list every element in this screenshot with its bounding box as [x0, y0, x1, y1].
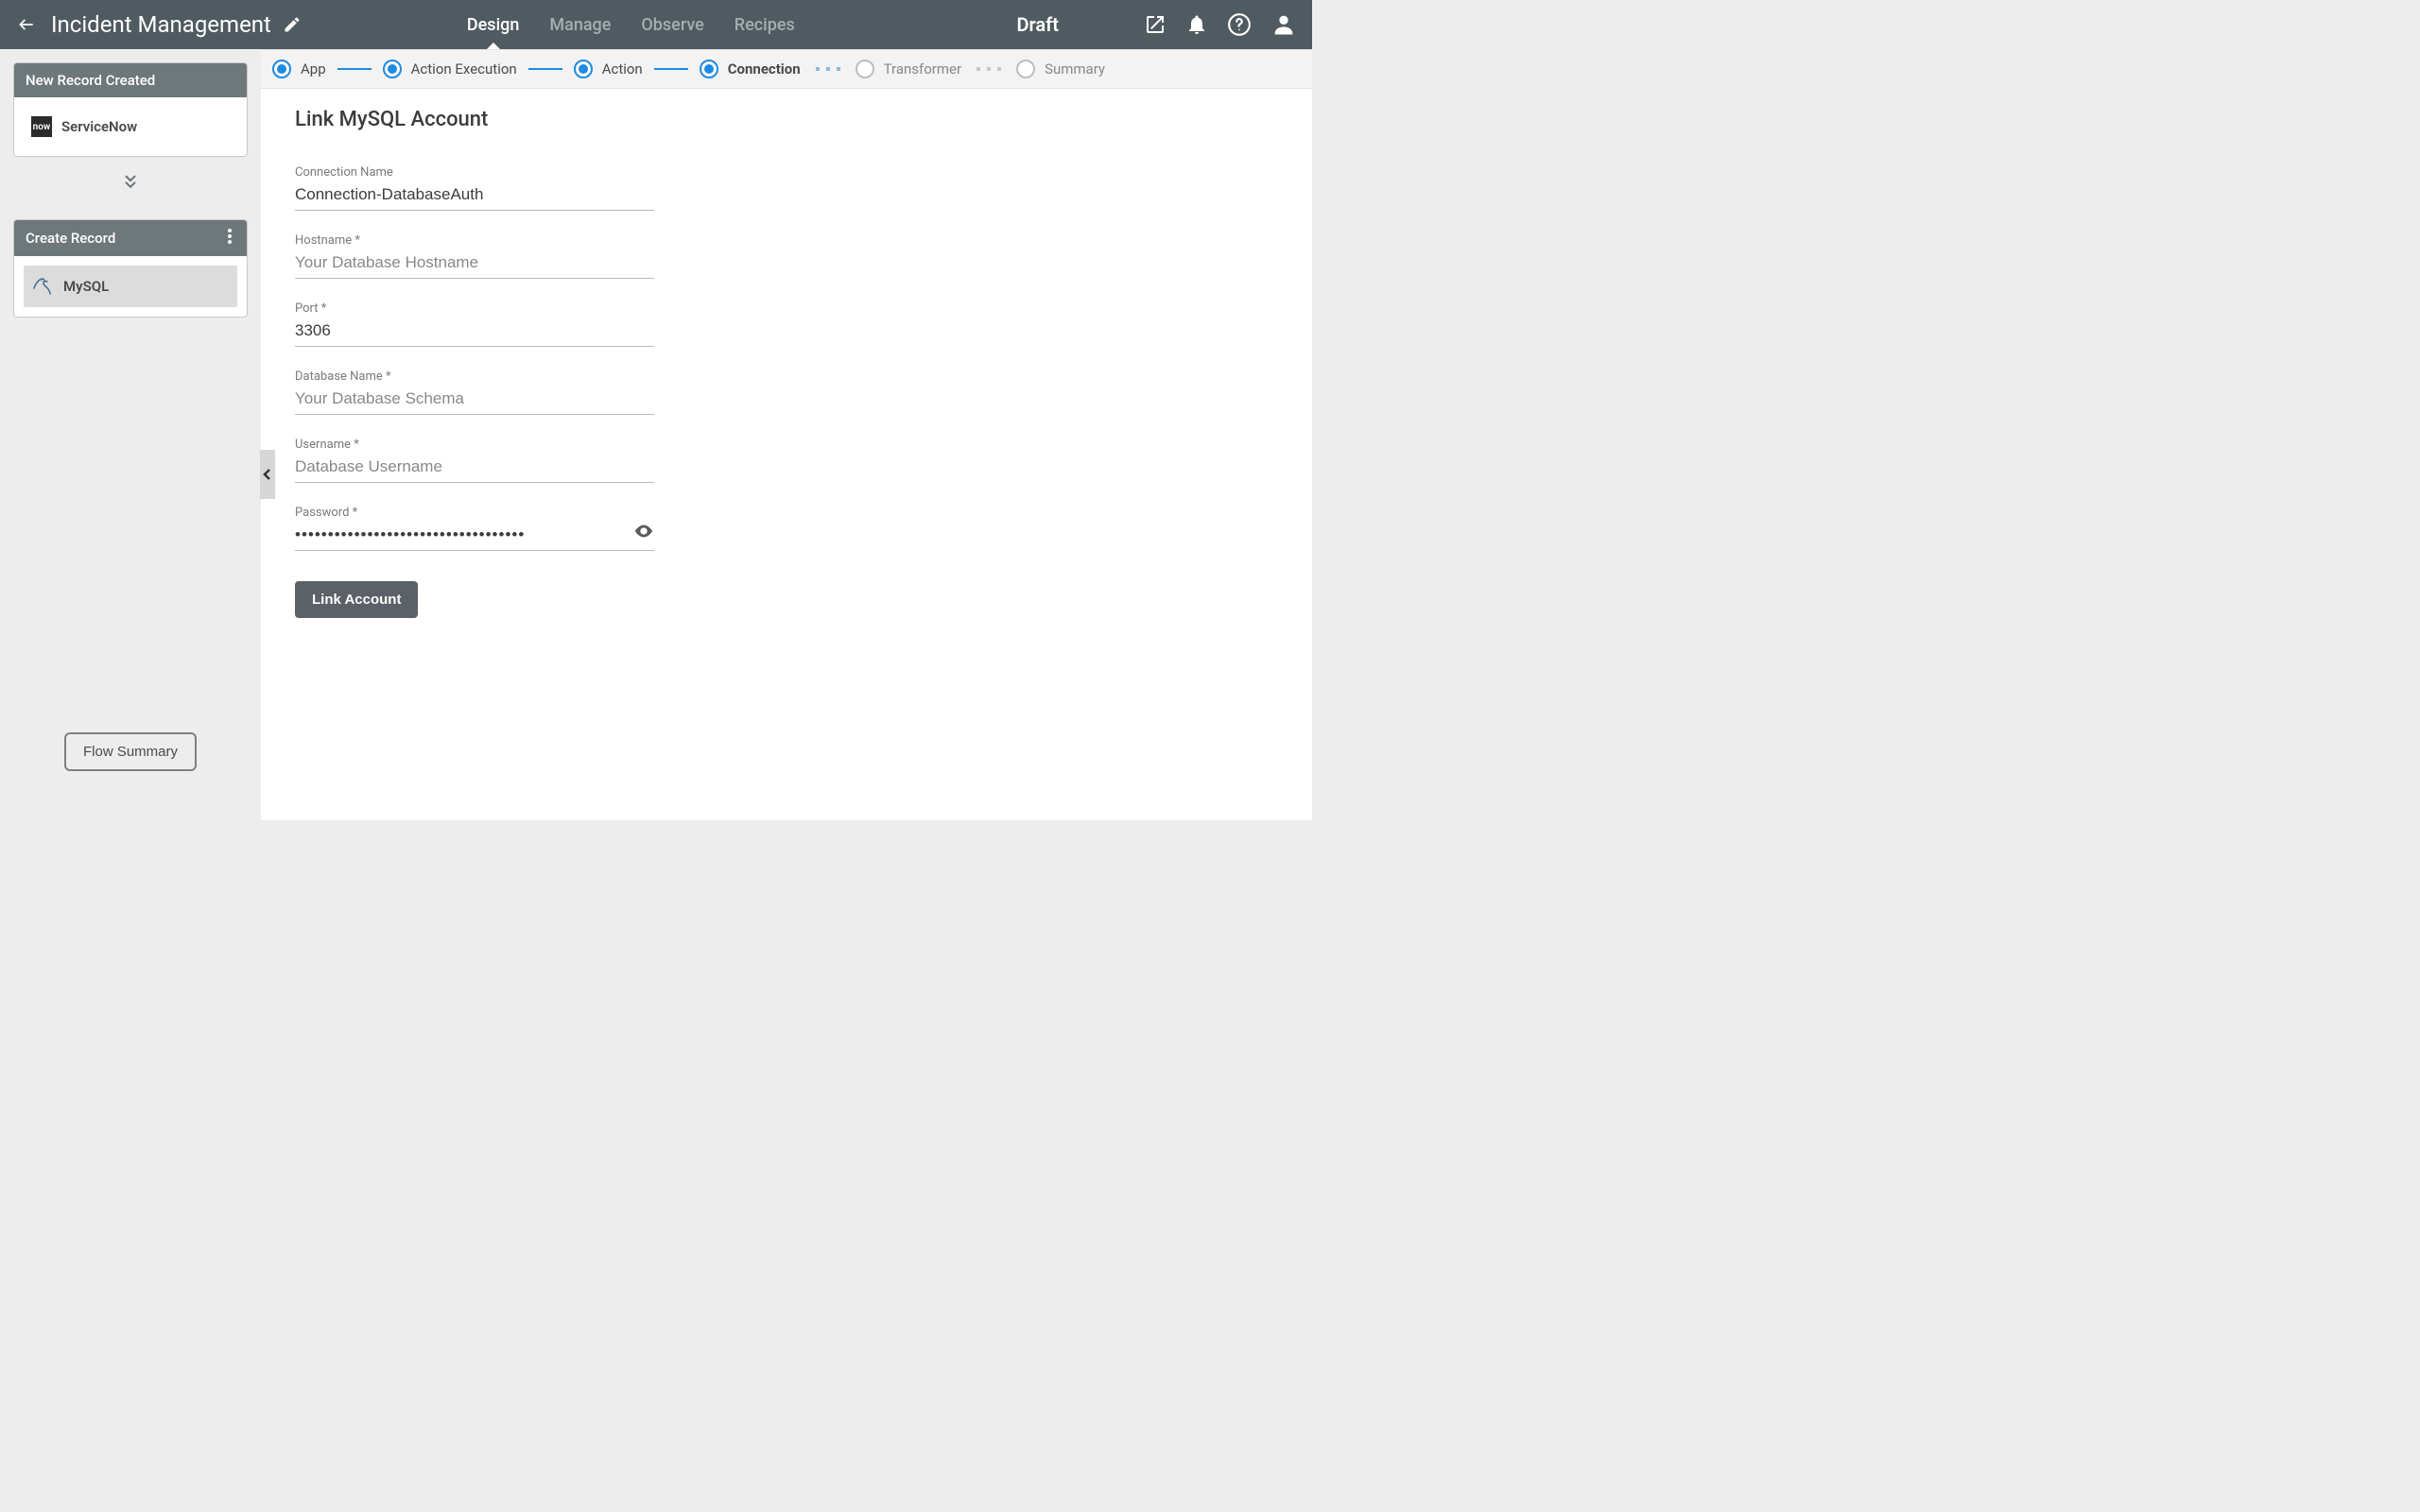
- action-card[interactable]: Create Record MySQL: [13, 219, 248, 318]
- trigger-app-item[interactable]: now ServiceNow: [24, 107, 237, 146]
- help-button[interactable]: [1227, 12, 1252, 37]
- step-bar: App Action Execution Action Connection: [261, 49, 1312, 89]
- user-icon: [1270, 11, 1297, 38]
- trigger-card-header: New Record Created: [14, 63, 247, 97]
- radio-filled-icon: [700, 60, 718, 78]
- database-name-input[interactable]: [295, 386, 654, 415]
- username-field-wrapper: Username *: [295, 438, 654, 483]
- tab-manage[interactable]: Manage: [549, 0, 611, 49]
- radio-filled-icon: [272, 60, 291, 78]
- username-label: Username *: [295, 438, 654, 452]
- open-external-button[interactable]: [1144, 13, 1167, 36]
- topbar: Incident Management Design Manage Observ…: [0, 0, 1312, 49]
- action-card-title: Create Record: [26, 230, 115, 247]
- radio-filled-icon: [383, 60, 402, 78]
- chevron-left-icon: [263, 468, 272, 481]
- trigger-card-title: New Record Created: [26, 72, 155, 89]
- step-label: Summary: [1045, 60, 1105, 77]
- back-button[interactable]: [15, 13, 38, 36]
- servicenow-icon: now: [31, 116, 52, 137]
- step-connector: [654, 68, 688, 70]
- collapse-sidebar-button[interactable]: [260, 450, 275, 499]
- trigger-app-label: ServiceNow: [61, 118, 137, 135]
- flow-summary-button[interactable]: Flow Summary: [64, 732, 197, 771]
- step-connector: [528, 68, 562, 70]
- step-label: Action: [602, 60, 643, 77]
- step-dots: [816, 67, 840, 71]
- mysql-icon: [31, 275, 54, 298]
- step-connector: [337, 68, 372, 70]
- kebab-icon: [228, 229, 232, 244]
- edit-title-button[interactable]: [283, 15, 302, 34]
- radio-empty-icon: [856, 60, 874, 78]
- port-input[interactable]: [295, 318, 654, 347]
- step-dots: [977, 67, 1001, 71]
- arrow-left-icon: [17, 15, 36, 34]
- link-account-button[interactable]: Link Account: [295, 581, 418, 618]
- radio-filled-icon: [574, 60, 593, 78]
- step-action-execution[interactable]: Action Execution: [383, 60, 517, 78]
- database-name-field-wrapper: Database Name *: [295, 369, 654, 415]
- status-draft: Draft: [1017, 13, 1059, 36]
- help-icon: [1227, 12, 1252, 37]
- connection-name-field-wrapper: Connection Name: [295, 165, 654, 211]
- app-title: Incident Management: [51, 11, 271, 38]
- step-label: Connection: [728, 60, 801, 77]
- database-name-label: Database Name *: [295, 369, 654, 384]
- notifications-button[interactable]: [1185, 13, 1208, 36]
- action-card-header: Create Record: [14, 220, 247, 256]
- tab-recipes[interactable]: Recipes: [735, 0, 795, 49]
- port-label: Port *: [295, 301, 654, 316]
- action-app-label: MySQL: [63, 278, 109, 295]
- step-app[interactable]: App: [272, 60, 326, 78]
- double-chevron-down-icon: [121, 172, 140, 191]
- form-area: Link MySQL Account Connection Name Hostn…: [261, 89, 1312, 637]
- step-label: Action Execution: [411, 60, 517, 77]
- connection-name-input[interactable]: [295, 181, 654, 211]
- password-label: Password *: [295, 506, 654, 520]
- sidebar: New Record Created now ServiceNow Create…: [0, 49, 261, 820]
- step-label: App: [301, 60, 326, 77]
- pencil-icon: [283, 15, 302, 34]
- toggle-password-visibility-button[interactable]: [633, 521, 654, 545]
- trigger-card[interactable]: New Record Created now ServiceNow: [13, 62, 248, 157]
- flow-arrow: [13, 172, 248, 195]
- step-label: Transformer: [884, 60, 961, 77]
- hostname-field-wrapper: Hostname *: [295, 233, 654, 279]
- action-app-item[interactable]: MySQL: [24, 266, 237, 307]
- tab-design[interactable]: Design: [467, 0, 519, 49]
- connection-name-label: Connection Name: [295, 165, 654, 180]
- port-field-wrapper: Port *: [295, 301, 654, 347]
- step-connection[interactable]: Connection: [700, 60, 801, 78]
- hostname-input[interactable]: [295, 249, 654, 279]
- main-panel: App Action Execution Action Connection: [261, 49, 1312, 820]
- bell-icon: [1185, 13, 1208, 36]
- step-action[interactable]: Action: [574, 60, 643, 78]
- hostname-label: Hostname *: [295, 233, 654, 248]
- profile-button[interactable]: [1270, 11, 1297, 38]
- tab-observe[interactable]: Observe: [641, 0, 703, 49]
- form-title: Link MySQL Account: [295, 108, 1278, 131]
- step-transformer[interactable]: Transformer: [856, 60, 961, 78]
- eye-icon: [633, 521, 654, 541]
- nav-tabs: Design Manage Observe Recipes: [467, 0, 795, 49]
- password-input[interactable]: [295, 522, 654, 551]
- password-field-wrapper: Password *: [295, 506, 654, 551]
- radio-empty-icon: [1016, 60, 1035, 78]
- open-external-icon: [1144, 13, 1167, 36]
- step-summary[interactable]: Summary: [1016, 60, 1105, 78]
- action-card-menu-button[interactable]: [224, 229, 235, 248]
- username-input[interactable]: [295, 454, 654, 483]
